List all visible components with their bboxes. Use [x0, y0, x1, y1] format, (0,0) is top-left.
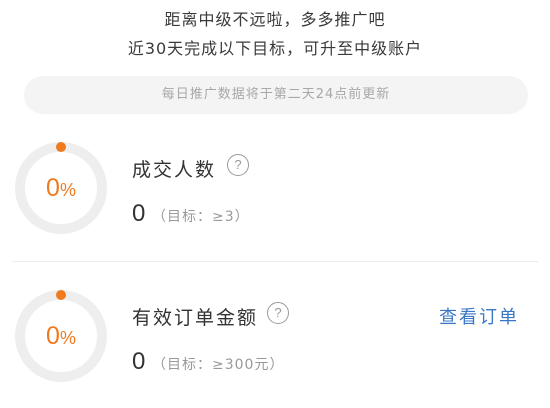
progress-percentage: 0% [13, 288, 109, 384]
upgrade-requirement-message: 近30天完成以下目标，可升至中级账户 [127, 39, 423, 58]
progress-value: 0 [46, 322, 60, 350]
promotion-message: 距离中级不远啦，多多推广吧 [164, 10, 386, 29]
question-circle-icon[interactable]: ? [267, 302, 289, 324]
question-circle-icon[interactable]: ? [227, 154, 249, 176]
metric-buyers: 0% 成交人数 ? 0 （目标：≥3） [0, 130, 550, 260]
view-orders-link[interactable]: 查看订单 [439, 303, 519, 329]
metric-value: 0 [132, 200, 146, 227]
metric-target: （目标：≥300元） [152, 357, 285, 373]
metric-title: 成交人数 [132, 159, 217, 181]
progress-unit: % [59, 328, 76, 348]
metric-title: 有效订单金额 [132, 307, 259, 329]
progress-ring: 0% [13, 140, 109, 236]
divider [12, 261, 538, 262]
metric-value: 0 [132, 348, 146, 375]
progress-value: 0 [46, 174, 60, 202]
progress-unit: % [59, 180, 76, 200]
progress-percentage: 0% [13, 140, 109, 236]
metric-order-amount: 0% 有效订单金额 ? 0 （目标：≥300元） 查看订单 [0, 278, 550, 408]
progress-ring: 0% [13, 288, 109, 384]
data-update-notice: 每日推广数据将于第二天24点前更新 [24, 76, 528, 114]
metric-target: （目标：≥3） [152, 209, 250, 225]
